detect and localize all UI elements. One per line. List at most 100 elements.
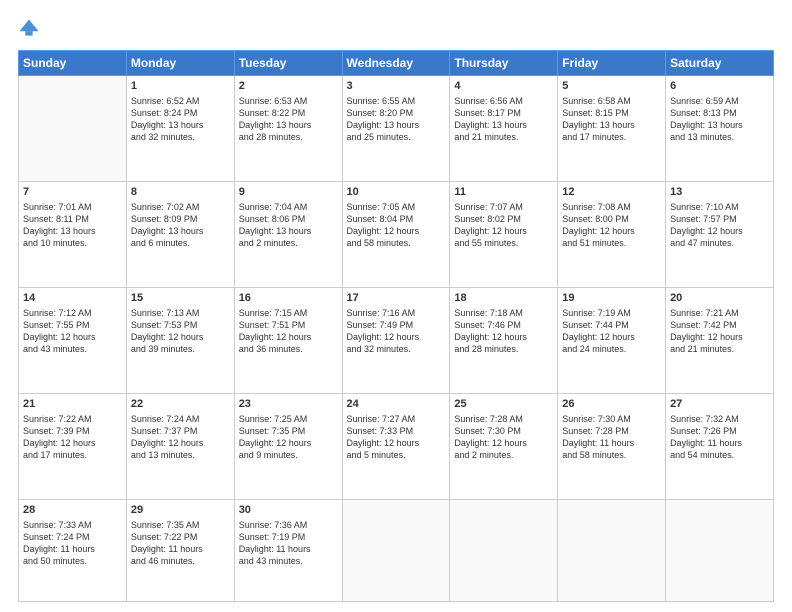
day-info-line: Daylight: 12 hours — [562, 331, 661, 343]
day-info-line: Daylight: 12 hours — [347, 437, 446, 449]
calendar-cell: 5Sunrise: 6:58 AMSunset: 8:15 PMDaylight… — [558, 76, 666, 182]
day-info-line: and 39 minutes. — [131, 343, 230, 355]
day-info-line: Daylight: 11 hours — [131, 543, 230, 555]
calendar-cell: 28Sunrise: 7:33 AMSunset: 7:24 PMDayligh… — [19, 499, 127, 601]
week-row-4: 21Sunrise: 7:22 AMSunset: 7:39 PMDayligh… — [19, 393, 774, 499]
calendar-cell: 26Sunrise: 7:30 AMSunset: 7:28 PMDayligh… — [558, 393, 666, 499]
calendar-cell: 16Sunrise: 7:15 AMSunset: 7:51 PMDayligh… — [234, 287, 342, 393]
day-info-line: Sunset: 8:17 PM — [454, 107, 553, 119]
logo-icon — [18, 18, 40, 40]
day-info-line: Daylight: 13 hours — [239, 225, 338, 237]
day-info-line: and 21 minutes. — [670, 343, 769, 355]
day-info-line: Sunrise: 7:27 AM — [347, 413, 446, 425]
day-info-line: Daylight: 12 hours — [454, 437, 553, 449]
day-info-line: Daylight: 12 hours — [239, 437, 338, 449]
day-info-line: and 10 minutes. — [23, 237, 122, 249]
day-info-line: Sunrise: 7:16 AM — [347, 307, 446, 319]
day-info-line: Daylight: 13 hours — [454, 119, 553, 131]
day-info-line: Sunset: 8:20 PM — [347, 107, 446, 119]
day-info-line: and 5 minutes. — [347, 449, 446, 461]
day-info-line: and 6 minutes. — [131, 237, 230, 249]
page: SundayMondayTuesdayWednesdayThursdayFrid… — [0, 0, 792, 612]
day-header-wednesday: Wednesday — [342, 51, 450, 76]
day-info-line: and 25 minutes. — [347, 131, 446, 143]
day-info-line: Daylight: 12 hours — [454, 331, 553, 343]
day-number: 30 — [239, 503, 338, 518]
day-info-line: Sunset: 7:35 PM — [239, 425, 338, 437]
day-info-line: and 13 minutes. — [670, 131, 769, 143]
day-info-line: Sunrise: 7:33 AM — [23, 519, 122, 531]
day-info-line: Daylight: 13 hours — [23, 225, 122, 237]
day-info-line: Sunset: 7:55 PM — [23, 319, 122, 331]
week-row-5: 28Sunrise: 7:33 AMSunset: 7:24 PMDayligh… — [19, 499, 774, 601]
day-info-line: Sunrise: 6:55 AM — [347, 95, 446, 107]
day-info-line: Daylight: 12 hours — [347, 331, 446, 343]
day-header-thursday: Thursday — [450, 51, 558, 76]
calendar-cell: 18Sunrise: 7:18 AMSunset: 7:46 PMDayligh… — [450, 287, 558, 393]
calendar-cell — [558, 499, 666, 601]
day-info-line: Sunset: 8:09 PM — [131, 213, 230, 225]
day-info-line: Sunset: 8:02 PM — [454, 213, 553, 225]
calendar-cell: 10Sunrise: 7:05 AMSunset: 8:04 PMDayligh… — [342, 181, 450, 287]
calendar-cell: 20Sunrise: 7:21 AMSunset: 7:42 PMDayligh… — [666, 287, 774, 393]
day-number: 3 — [347, 79, 446, 94]
day-info-line: Sunset: 8:13 PM — [670, 107, 769, 119]
day-info-line: and 58 minutes. — [347, 237, 446, 249]
day-info-line: Daylight: 12 hours — [239, 331, 338, 343]
day-number: 21 — [23, 397, 122, 412]
day-info-line: Daylight: 12 hours — [454, 225, 553, 237]
calendar-cell: 12Sunrise: 7:08 AMSunset: 8:00 PMDayligh… — [558, 181, 666, 287]
day-number: 11 — [454, 185, 553, 200]
day-info-line: Daylight: 11 hours — [670, 437, 769, 449]
day-info-line: and 51 minutes. — [562, 237, 661, 249]
day-number: 5 — [562, 79, 661, 94]
day-number: 16 — [239, 291, 338, 306]
day-info-line: Sunrise: 7:24 AM — [131, 413, 230, 425]
day-info-line: Daylight: 12 hours — [131, 331, 230, 343]
calendar-cell: 30Sunrise: 7:36 AMSunset: 7:19 PMDayligh… — [234, 499, 342, 601]
day-info-line: Sunrise: 7:25 AM — [239, 413, 338, 425]
day-header-sunday: Sunday — [19, 51, 127, 76]
day-info-line: Sunset: 7:24 PM — [23, 531, 122, 543]
day-info-line: Sunset: 7:51 PM — [239, 319, 338, 331]
day-info-line: Daylight: 13 hours — [562, 119, 661, 131]
day-info-line: Sunrise: 7:01 AM — [23, 201, 122, 213]
day-info-line: and 43 minutes. — [23, 343, 122, 355]
day-info-line: Daylight: 12 hours — [23, 331, 122, 343]
day-info-line: Sunset: 7:39 PM — [23, 425, 122, 437]
day-info-line: Sunset: 7:37 PM — [131, 425, 230, 437]
day-info-line: Sunset: 7:19 PM — [239, 531, 338, 543]
day-info-line: Sunset: 7:22 PM — [131, 531, 230, 543]
calendar-cell: 23Sunrise: 7:25 AMSunset: 7:35 PMDayligh… — [234, 393, 342, 499]
calendar-cell — [450, 499, 558, 601]
day-number: 14 — [23, 291, 122, 306]
day-info-line: Daylight: 13 hours — [131, 119, 230, 131]
day-info-line: Daylight: 12 hours — [131, 437, 230, 449]
day-info-line: Sunrise: 6:59 AM — [670, 95, 769, 107]
day-info-line: Sunrise: 6:52 AM — [131, 95, 230, 107]
header — [18, 18, 774, 40]
day-info-line: Sunset: 7:53 PM — [131, 319, 230, 331]
day-info-line: Sunrise: 6:53 AM — [239, 95, 338, 107]
calendar-cell — [19, 76, 127, 182]
day-info-line: Sunset: 8:15 PM — [562, 107, 661, 119]
day-info-line: Daylight: 13 hours — [131, 225, 230, 237]
day-number: 18 — [454, 291, 553, 306]
day-info-line: Sunrise: 7:13 AM — [131, 307, 230, 319]
day-info-line: Sunset: 8:11 PM — [23, 213, 122, 225]
day-info-line: Sunrise: 7:28 AM — [454, 413, 553, 425]
day-number: 19 — [562, 291, 661, 306]
day-header-monday: Monday — [126, 51, 234, 76]
day-info-line: and 21 minutes. — [454, 131, 553, 143]
day-info-line: Sunrise: 7:36 AM — [239, 519, 338, 531]
day-info-line: Sunrise: 7:19 AM — [562, 307, 661, 319]
day-info-line: Sunrise: 7:30 AM — [562, 413, 661, 425]
day-info-line: Sunrise: 7:18 AM — [454, 307, 553, 319]
calendar-cell: 14Sunrise: 7:12 AMSunset: 7:55 PMDayligh… — [19, 287, 127, 393]
day-info-line: Sunset: 7:49 PM — [347, 319, 446, 331]
day-number: 23 — [239, 397, 338, 412]
day-number: 29 — [131, 503, 230, 518]
day-info-line: Sunset: 7:46 PM — [454, 319, 553, 331]
calendar-cell: 25Sunrise: 7:28 AMSunset: 7:30 PMDayligh… — [450, 393, 558, 499]
calendar-cell: 1Sunrise: 6:52 AMSunset: 8:24 PMDaylight… — [126, 76, 234, 182]
